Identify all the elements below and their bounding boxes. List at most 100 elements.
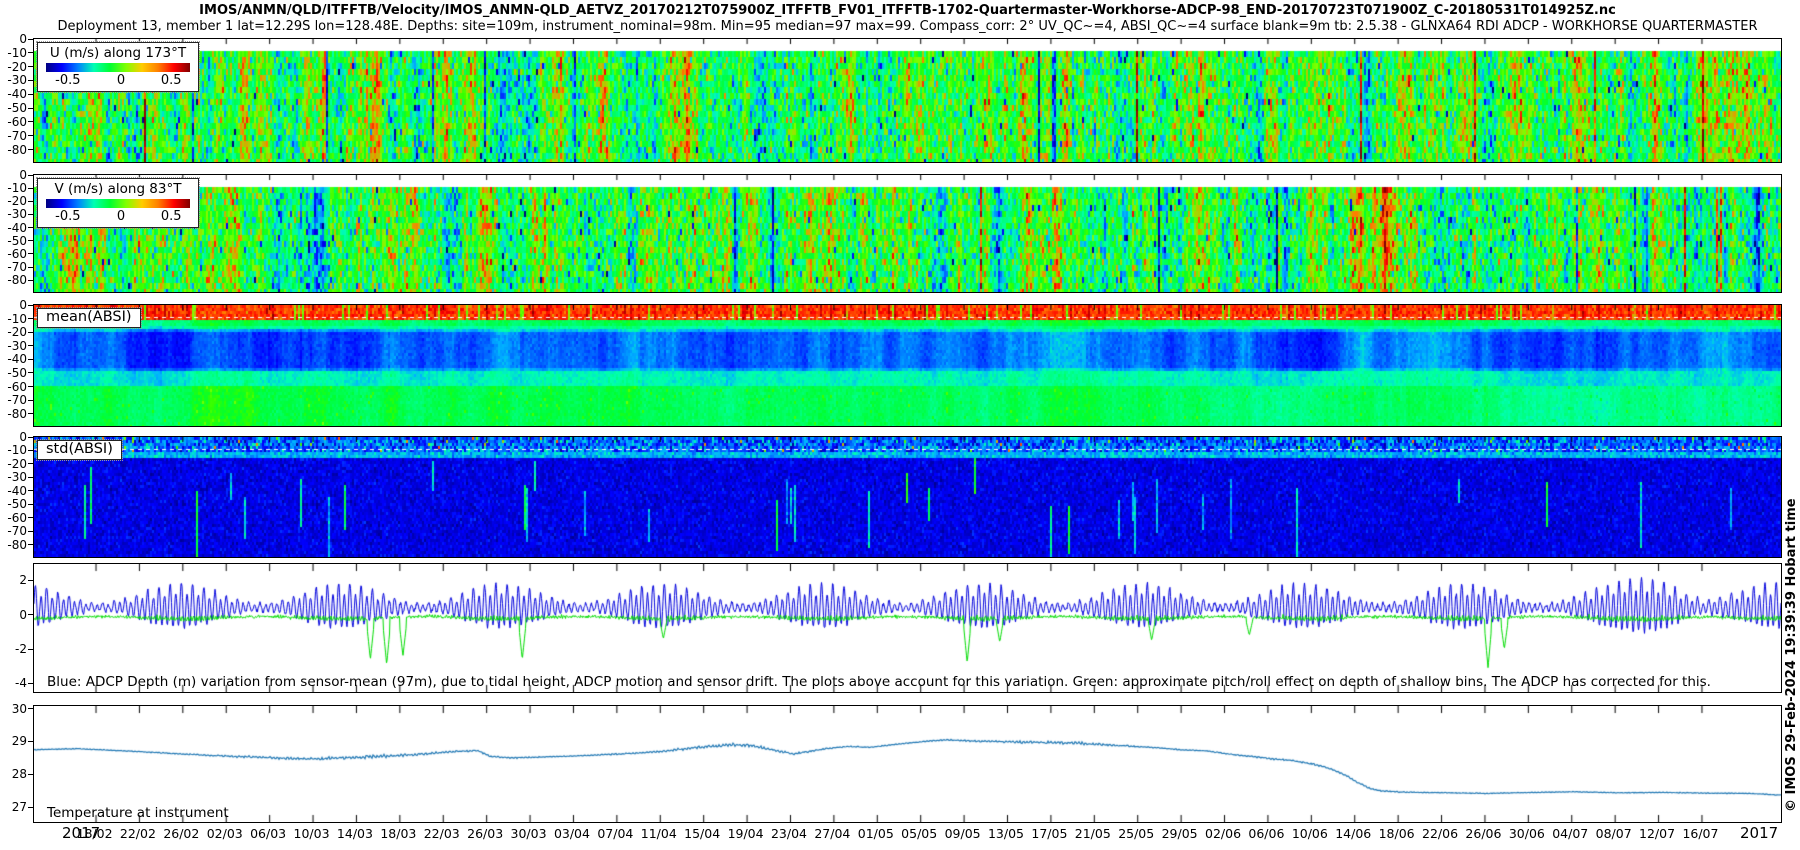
panel-u-velocity: U (m/s) along 173°T -0.5 0 0.5 0-10-20-3… [33,38,1782,163]
y-tick-mark [28,490,34,491]
y-tick-mark [28,683,34,684]
x-tick-label: 03/04 [554,826,590,841]
y-tick-label: -50 [0,101,27,115]
v-legend-tick: 0 [117,209,125,224]
x-tick-label: 04/07 [1552,826,1588,841]
x-tick-label: 22/06 [1422,826,1458,841]
std-absi-label: std(ABSI) [37,440,122,460]
v-legend-ticks: -0.5 0 0.5 [42,209,194,224]
y-tick-mark [28,135,34,136]
x-tick-label: 05/05 [901,826,937,841]
u-legend-tick: -0.5 [55,73,80,88]
y-tick-label: -60 [0,247,27,261]
y-tick-mark [28,400,34,401]
y-tick-label: -60 [0,511,27,525]
x-tick-label: 10/06 [1292,826,1328,841]
x-tick-label: 14/03 [337,826,373,841]
v-legend-colorbar [46,199,190,208]
x-tick-label: 09/05 [945,826,981,841]
y-tick-label: 27 [0,800,27,814]
figure-title-filename: IMOS/ANMN/QLD/ITFFTB/Velocity/IMOS_ANMN-… [33,3,1782,18]
y-tick-mark [28,201,34,202]
y-tick-label: 0 [0,298,27,312]
x-tick-label: 26/02 [163,826,199,841]
y-tick-mark [28,108,34,109]
u-legend-colorbar [46,63,190,72]
y-tick-label: -10 [0,443,27,457]
x-tick-label: 18/06 [1379,826,1415,841]
temperature-label: Temperature at instrument [47,805,229,821]
y-tick-label: -70 [0,393,27,407]
y-tick-label: -80 [0,273,27,287]
x-tick-label: 30/06 [1509,826,1545,841]
x-tick-label: 08/07 [1596,826,1632,841]
imos-copyright-watermark: © IMOS 29-Feb-2024 19:39:39 Hobart time [1784,382,1799,812]
y-tick-label: -60 [0,115,27,129]
u-legend-ticks: -0.5 0 0.5 [42,73,194,88]
y-tick-mark [28,305,34,306]
y-tick-label: 0 [0,430,27,444]
panel-v-velocity: V (m/s) along 83°T -0.5 0 0.5 0-10-20-30… [33,174,1782,293]
x-tick-label: 19/04 [728,826,764,841]
y-tick-mark [28,413,34,414]
v-velocity-heatmap [34,175,1781,292]
y-tick-mark [28,649,34,650]
y-tick-label: -70 [0,129,27,143]
x-tick-label: 22/02 [120,826,156,841]
y-tick-label: -80 [0,143,27,157]
y-tick-label: -40 [0,352,27,366]
y-tick-mark [28,580,34,581]
x-tick-label: 14/06 [1335,826,1371,841]
x-tick-label: 18/03 [380,826,416,841]
y-tick-mark [28,450,34,451]
y-tick-label: -20 [0,325,27,339]
y-tick-mark [28,52,34,53]
y-tick-label: -20 [0,457,27,471]
y-tick-mark [28,94,34,95]
y-tick-label: -80 [0,538,27,552]
y-tick-mark [28,80,34,81]
u-velocity-legend: U (m/s) along 173°T -0.5 0 0.5 [37,42,199,92]
u-legend-title: U (m/s) along 173°T [42,45,194,61]
x-tick-label: 06/06 [1248,826,1284,841]
y-tick-mark [28,386,34,387]
y-tick-label: 0 [0,608,27,622]
x-tick-label: 25/05 [1118,826,1154,841]
y-tick-label: -10 [0,312,27,326]
y-tick-mark [28,774,34,775]
y-tick-mark [28,253,34,254]
v-legend-title: V (m/s) along 83°T [42,181,194,197]
y-tick-mark [28,359,34,360]
year-label-left: 2017 [62,824,100,842]
y-tick-mark [28,807,34,808]
date-axis-labels: 18/0222/0226/0202/0306/0310/0314/0318/03… [33,826,1782,846]
x-tick-label: 29/05 [1162,826,1198,841]
x-tick-label: 12/07 [1639,826,1675,841]
x-tick-label: 26/06 [1465,826,1501,841]
y-tick-label: -80 [0,407,27,421]
y-tick-mark [28,437,34,438]
x-tick-label: 21/05 [1075,826,1111,841]
x-tick-label: 17/05 [1031,826,1067,841]
y-tick-mark [28,741,34,742]
y-tick-mark [28,708,34,709]
year-label-right: 2017 [1740,824,1778,842]
std-absi-heatmap [34,437,1781,557]
y-tick-mark [28,188,34,189]
y-tick-label: -2 [0,642,27,656]
panel-std-absi: std(ABSI) 0-10-20-30-40-50-60-70-80 [33,436,1782,558]
y-tick-label: -40 [0,484,27,498]
x-tick-label: 26/03 [467,826,503,841]
y-tick-label: -40 [0,87,27,101]
y-tick-mark [28,477,34,478]
y-tick-label: -70 [0,260,27,274]
x-tick-label: 15/04 [684,826,720,841]
temperature-lineplot [34,706,1781,822]
y-tick-mark [28,372,34,373]
mean-absi-label: mean(ABSI) [37,308,141,328]
y-tick-mark [28,267,34,268]
x-tick-label: 02/06 [1205,826,1241,841]
x-tick-label: 23/04 [771,826,807,841]
x-tick-label: 16/07 [1682,826,1718,841]
y-tick-mark [28,66,34,67]
